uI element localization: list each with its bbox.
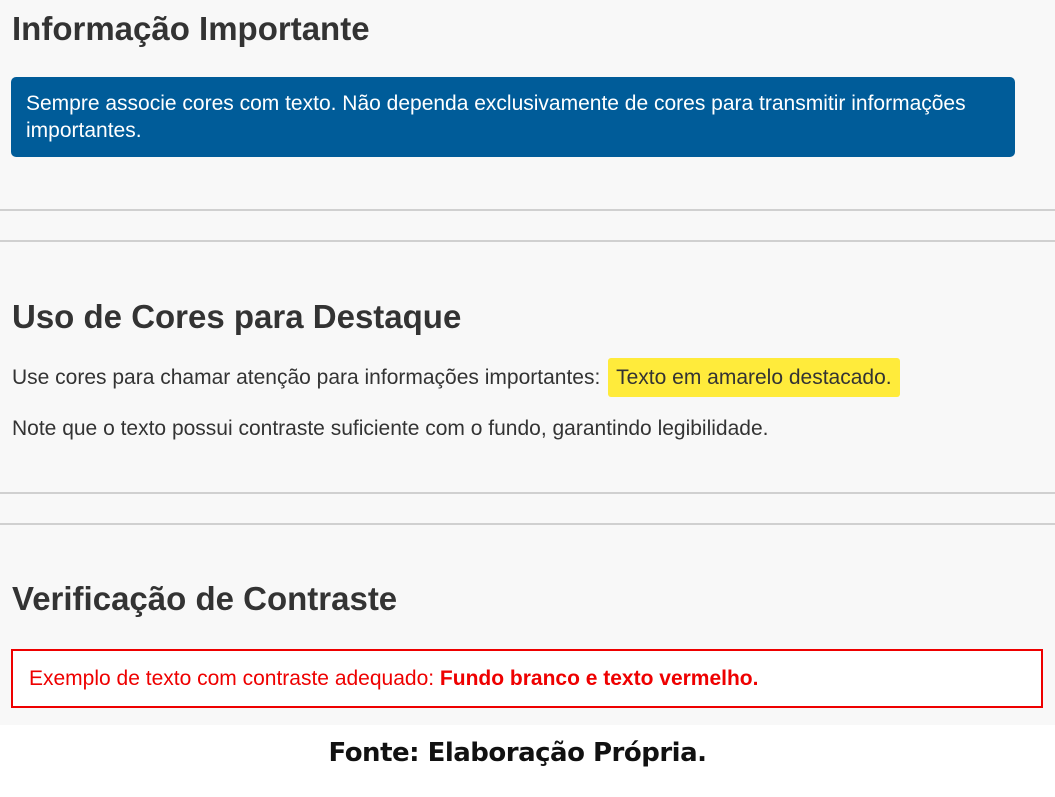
section-title-contrast: Verificação de Contraste <box>12 580 398 617</box>
content-area: Informação Importante Sempre associe cor… <box>0 0 1055 725</box>
section-title-info: Informação Importante <box>12 10 370 47</box>
section-divider <box>0 523 1055 525</box>
contrast-example-bold: Fundo branco e texto vermelho. <box>439 667 759 690</box>
info-message-box: Sempre associe cores com texto. Não depe… <box>11 77 1015 157</box>
contrast-note-paragraph: Note que o texto possui contraste sufici… <box>12 417 769 440</box>
page: Informação Importante Sempre associe cor… <box>0 0 1055 797</box>
contrast-example-text: Exemplo de texto com contraste adequado: <box>29 667 440 690</box>
section-title-colors: Uso de Cores para Destaque <box>12 298 462 335</box>
section-divider <box>0 240 1055 242</box>
contrast-example-box: Exemplo de texto com contraste adequado:… <box>11 649 1043 708</box>
figure-caption: Fonte: Elaboração Própria. <box>328 738 707 768</box>
highlighted-text: Texto em amarelo destacado. <box>608 358 900 397</box>
colors-usage-text: Use cores para chamar atenção para infor… <box>12 366 607 389</box>
colors-usage-paragraph: Use cores para chamar atenção para infor… <box>12 358 900 398</box>
section-divider <box>0 209 1055 211</box>
section-divider <box>0 492 1055 494</box>
